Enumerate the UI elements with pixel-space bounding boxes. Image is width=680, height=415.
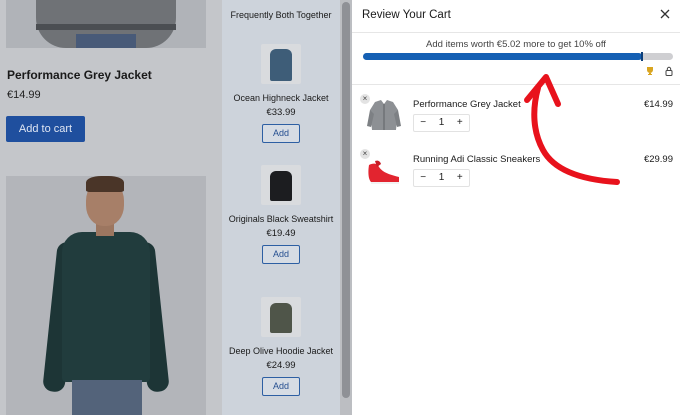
increase-quantity-button[interactable]: + bbox=[451, 170, 469, 186]
progress-message: Add items worth €5.02 more to get 10% of… bbox=[426, 39, 606, 50]
fbt-item: Deep Olive Hoodie Jacket €24.99 Add bbox=[222, 297, 340, 396]
frequently-bought-panel: Frequently Both Together Ocean Highneck … bbox=[222, 0, 340, 415]
quantity-value[interactable]: 1 bbox=[432, 115, 450, 131]
page-scrollbar[interactable] bbox=[340, 0, 352, 415]
lock-icon bbox=[664, 63, 674, 76]
decrease-quantity-button[interactable]: − bbox=[414, 170, 432, 186]
jacket-thumbnail[interactable] bbox=[261, 44, 301, 84]
progress-bar-fill bbox=[363, 53, 642, 60]
fbt-item-name: Originals Black Sweatshirt bbox=[228, 214, 334, 224]
fbt-item-name: Ocean Highneck Jacket bbox=[233, 93, 329, 103]
fbt-title: Frequently Both Together bbox=[230, 10, 332, 20]
cart-item-price: €14.99 bbox=[643, 99, 673, 110]
decrease-quantity-button[interactable]: − bbox=[414, 115, 432, 131]
fbt-item-name: Deep Olive Hoodie Jacket bbox=[228, 346, 334, 356]
progress-milestone-marker bbox=[641, 52, 643, 61]
fbt-item-price: €24.99 bbox=[266, 360, 296, 371]
increase-quantity-button[interactable]: + bbox=[451, 115, 469, 131]
quantity-stepper: − 1 + bbox=[413, 114, 470, 132]
quantity-value[interactable]: 1 bbox=[432, 170, 450, 186]
close-icon[interactable] bbox=[658, 7, 672, 21]
cart-item-name[interactable]: Running Adi Classic Sneakers bbox=[413, 154, 540, 165]
cart-drawer: Review Your Cart Add items worth €5.02 m… bbox=[352, 0, 680, 415]
add-to-cart-button[interactable]: Add to cart bbox=[6, 116, 85, 142]
fbt-item-price: €33.99 bbox=[266, 107, 296, 118]
red-sneakers-thumbnail[interactable] bbox=[365, 151, 403, 189]
product-price: €14.99 bbox=[7, 89, 41, 101]
product-image-henley[interactable] bbox=[6, 176, 206, 415]
fbt-add-button[interactable]: Add bbox=[262, 377, 300, 396]
grey-jacket-thumbnail[interactable] bbox=[365, 96, 403, 134]
remove-item-button[interactable]: × bbox=[360, 149, 370, 159]
cart-item-price: €29.99 bbox=[643, 154, 673, 165]
cart-item-name[interactable]: Performance Grey Jacket bbox=[413, 99, 521, 110]
hoodie-thumbnail[interactable] bbox=[261, 297, 301, 337]
product-image-grey-jacket[interactable] bbox=[6, 0, 206, 48]
fbt-item-price: €19.49 bbox=[266, 228, 296, 239]
fbt-item: Ocean Highneck Jacket €33.99 Add bbox=[222, 44, 340, 143]
trophy-icon bbox=[645, 63, 655, 75]
scrollbar-thumb[interactable] bbox=[342, 2, 350, 398]
fbt-add-button[interactable]: Add bbox=[262, 245, 300, 264]
quantity-stepper: − 1 + bbox=[413, 169, 470, 187]
cart-title: Review Your Cart bbox=[362, 9, 451, 21]
cart-item: × Running Adi Classic Sneakers €29.99 − … bbox=[352, 149, 680, 195]
cart-item: × Performance Grey Jacket €14.99 − 1 + bbox=[352, 94, 680, 140]
product-title[interactable]: Performance Grey Jacket bbox=[7, 68, 152, 82]
remove-item-button[interactable]: × bbox=[360, 94, 370, 104]
sweatshirt-thumbnail[interactable] bbox=[261, 165, 301, 205]
discount-progress: Add items worth €5.02 more to get 10% of… bbox=[352, 33, 680, 85]
product-page: Performance Grey Jacket €14.99 Add to ca… bbox=[0, 0, 222, 415]
fbt-add-button[interactable]: Add bbox=[262, 124, 300, 143]
fbt-item: Originals Black Sweatshirt €19.49 Add bbox=[222, 165, 340, 264]
progress-bar-track bbox=[363, 52, 673, 61]
cart-header: Review Your Cart bbox=[352, 0, 680, 33]
